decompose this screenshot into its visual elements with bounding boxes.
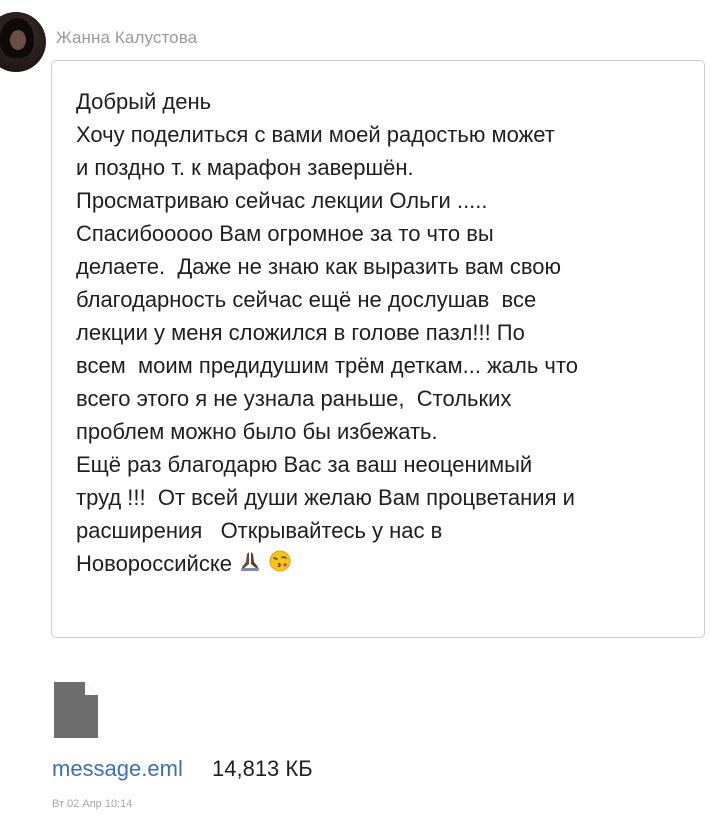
- message-bubble: Добрый день Хочу поделиться с вами моей …: [51, 60, 705, 638]
- message-line: и поздно т. к марафон завершён.: [76, 155, 414, 180]
- message-last-line: Новороссийске: [76, 547, 696, 582]
- praying-hands-icon: [238, 549, 262, 582]
- avatar-face: [10, 30, 26, 50]
- message-line: лекции у меня сложился в голове пазл!!! …: [76, 320, 525, 345]
- message-line: делаете. Даже не знаю как выразить вам с…: [76, 254, 562, 279]
- message-line: всего этого я не узнала раньше, Стольких: [76, 386, 512, 411]
- face-blowing-kiss-icon: [268, 549, 292, 582]
- message-line: Просматриваю сейчас лекции Ольги .....: [76, 188, 488, 213]
- attachment-filename-link[interactable]: message.eml: [52, 756, 183, 782]
- sender-avatar[interactable]: [0, 12, 46, 72]
- message-line: всем моим предидушим трём деткам... жаль…: [76, 353, 578, 378]
- attachment-size: 14,813 КБ: [212, 756, 313, 781]
- file-icon[interactable]: [52, 680, 100, 740]
- message-line: проблем можно было бы избежать.: [76, 419, 438, 444]
- message-line: расширения Открывайтесь у нас в: [76, 518, 443, 543]
- message-line: Ещё раз благодарю Вас за ваш неоценимый: [76, 452, 533, 477]
- message-body: Добрый день Хочу поделиться с вами моей …: [76, 85, 696, 582]
- message-line: Хочу поделиться с вами моей радостью мож…: [76, 122, 555, 147]
- message-line: Спасибооооо Вам огромное за то что вы: [76, 221, 494, 246]
- message-line: Новороссийске: [76, 551, 232, 576]
- message-line: Добрый день: [76, 89, 212, 114]
- message-line: труд !!! От всей души желаю Вам процвета…: [76, 485, 575, 510]
- message-line: благодарность сейчас ещё не дослушав все: [76, 287, 537, 312]
- sender-name[interactable]: Жанна Калустова: [56, 28, 197, 48]
- message-timestamp: Вт 02 Апр 10:14: [52, 798, 133, 810]
